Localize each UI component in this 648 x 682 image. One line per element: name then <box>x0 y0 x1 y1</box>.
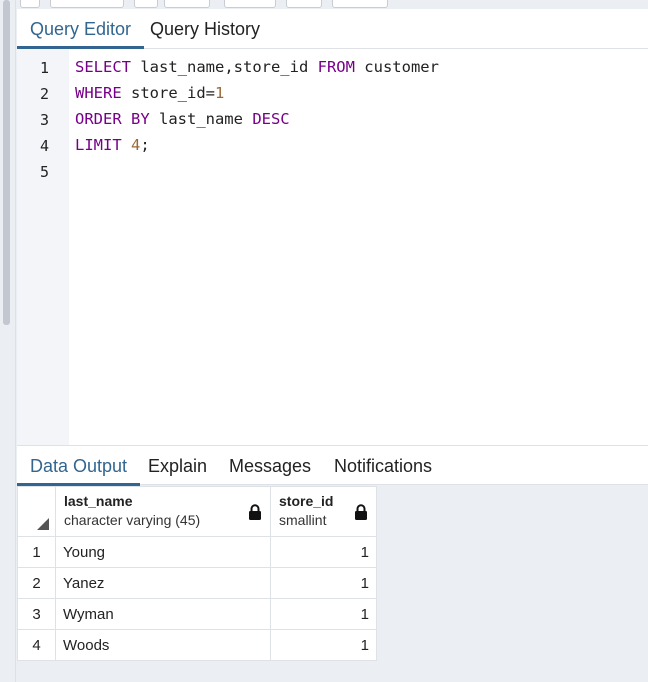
sql-keyword: LIMIT <box>75 136 122 154</box>
result-grid: last_name character varying (45) store_i… <box>17 486 377 661</box>
select-all-corner[interactable] <box>17 486 56 537</box>
row-number[interactable]: 1 <box>17 536 56 568</box>
cell-store-id[interactable]: 1 <box>270 567 377 599</box>
toolbar-button[interactable] <box>224 0 276 8</box>
cell-store-id[interactable]: 1 <box>270 629 377 661</box>
sql-keyword: WHERE <box>75 84 122 102</box>
sql-editor[interactable]: 1 2 3 4 5 SELECT last_name,store_id FROM… <box>17 49 648 445</box>
line-number: 5 <box>39 163 49 181</box>
line-number-gutter: 1 2 3 4 5 <box>17 49 69 445</box>
tab-query-history[interactable]: Query History <box>150 9 260 49</box>
tab-messages[interactable]: Messages <box>229 446 311 486</box>
corner-triangle-icon <box>37 518 49 530</box>
cell-last-name[interactable]: Young <box>55 536 271 568</box>
cell-last-name[interactable]: Woods <box>55 629 271 661</box>
tab-data-output[interactable]: Data Output <box>17 446 141 486</box>
table-row[interactable]: 1 Young 1 <box>17 536 377 568</box>
column-header-store-id[interactable]: store_id smallint <box>270 486 377 537</box>
code-line: ORDER BY last_name DESC <box>75 110 290 128</box>
toolbar-button[interactable] <box>286 0 322 8</box>
row-number[interactable]: 3 <box>17 598 56 630</box>
code-line: WHERE store_id=1 <box>75 84 224 102</box>
cell-store-id[interactable]: 1 <box>270 536 377 568</box>
sql-keyword: SELECT <box>75 58 131 76</box>
table-row[interactable]: 4 Woods 1 <box>17 629 377 661</box>
sql-keyword: DESC <box>252 110 290 128</box>
toolbar-button[interactable] <box>332 0 388 8</box>
sql-text: last_name,store_id <box>131 58 318 76</box>
line-number: 1 <box>39 59 49 77</box>
data-output-grid-area: last_name character varying (45) store_i… <box>17 486 648 682</box>
query-tabs: Query Editor Query History <box>17 9 648 49</box>
toolbar-button[interactable] <box>50 0 124 8</box>
lock-icon <box>355 504 367 520</box>
cell-store-id[interactable]: 1 <box>270 598 377 630</box>
code-line: LIMIT 4; <box>75 136 150 154</box>
row-number[interactable]: 4 <box>17 629 56 661</box>
table-row[interactable]: 2 Yanez 1 <box>17 567 377 599</box>
sql-keyword: FROM <box>317 58 355 76</box>
sql-text: last_name <box>149 110 253 128</box>
line-number: 3 <box>39 111 49 129</box>
toolbar-button[interactable] <box>164 0 210 8</box>
row-number[interactable]: 2 <box>17 567 56 599</box>
output-tabs: Data Output Explain Messages Notificatio… <box>17 445 648 486</box>
column-name: last_name <box>64 493 133 509</box>
app-root: Query Editor Query History 1 2 3 4 5 SEL… <box>0 0 648 682</box>
toolbar-button[interactable] <box>134 0 158 8</box>
cell-last-name[interactable]: Yanez <box>55 567 271 599</box>
left-scrollbar[interactable] <box>3 0 10 325</box>
toolbar-button[interactable] <box>20 0 40 8</box>
left-panel-strip <box>0 0 16 682</box>
sql-number: 4 <box>131 136 141 154</box>
sql-text: customer <box>354 58 439 76</box>
sql-text: ; <box>140 136 150 154</box>
lock-icon <box>249 504 261 520</box>
line-number: 4 <box>39 137 49 155</box>
column-header-last-name[interactable]: last_name character varying (45) <box>55 486 271 537</box>
sql-number: 1 <box>215 84 225 102</box>
grid-header-row: last_name character varying (45) store_i… <box>17 486 377 537</box>
table-row[interactable]: 3 Wyman 1 <box>17 598 377 630</box>
column-type: character varying (45) <box>64 512 201 528</box>
tab-query-editor[interactable]: Query Editor <box>17 9 145 49</box>
tab-notifications[interactable]: Notifications <box>334 446 432 486</box>
sql-text: store_id= <box>121 84 215 102</box>
sql-keyword: ORDER BY <box>75 110 150 128</box>
code-line: SELECT last_name,store_id FROM customer <box>75 58 439 76</box>
line-number: 2 <box>39 85 49 103</box>
toolbar <box>17 0 648 9</box>
cell-last-name[interactable]: Wyman <box>55 598 271 630</box>
tab-explain[interactable]: Explain <box>148 446 207 486</box>
